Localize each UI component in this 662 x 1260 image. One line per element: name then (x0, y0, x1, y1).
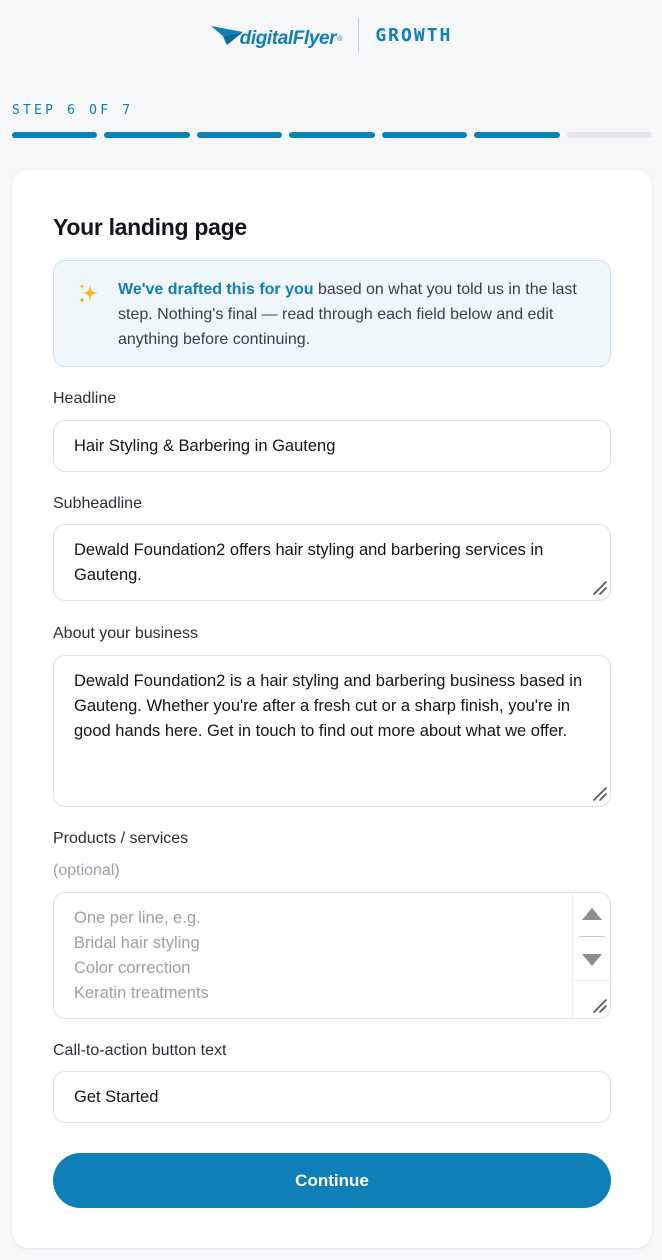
about-label: About your business (53, 625, 198, 642)
continue-button[interactable]: Continue (53, 1153, 611, 1208)
scrollbar-divider (579, 936, 605, 937)
products-placeholder: One per line, e.g. Bridal hair styling C… (74, 909, 209, 1002)
progress-segment-1 (12, 132, 98, 138)
about-textarea[interactable]: Dewald Foundation2 is a hair styling and… (53, 655, 611, 807)
cta-text-input[interactable]: Get Started (53, 1071, 611, 1123)
progress-segment-3 (196, 132, 283, 138)
scroll-down-arrow-icon[interactable] (581, 949, 603, 971)
app-header: digitalFlyer ® GROWTH (0, 0, 662, 70)
cta-label: Call-to-action button text (53, 1042, 227, 1059)
sparkles-icon (78, 283, 98, 303)
progress-segment-4 (289, 132, 375, 138)
notice-highlight: We've drafted this for you (118, 281, 314, 298)
subheadline-label: Subheadline (53, 495, 142, 512)
headline-label: Headline (53, 390, 117, 407)
products-optional-hint: (optional) (53, 862, 120, 879)
logo-wordmark: digitalFlyer (239, 28, 337, 49)
draft-notice: We've drafted this for you based on what… (53, 260, 611, 367)
progress-segment-6 (474, 132, 560, 138)
logo-mark: digitalFlyer ® (210, 23, 343, 49)
landing-page-card: Your landing page We've drafted this for… (12, 170, 652, 1248)
progress-segment-7 (566, 132, 652, 138)
subheadline-textarea[interactable]: Dewald Foundation2 offers hair styling a… (53, 524, 611, 601)
products-label: Products / services (53, 830, 189, 847)
about-value: Dewald Foundation2 is a hair styling and… (74, 672, 583, 740)
step-indicator: STEP 6 OF 7 (12, 103, 134, 118)
paper-plane-icon (210, 26, 243, 45)
resize-handle-icon[interactable] (590, 578, 608, 596)
progress-segment-5 (381, 132, 468, 138)
logo-divider (358, 18, 360, 52)
scroll-up-arrow-icon[interactable] (581, 903, 603, 925)
logo-registered-mark: ® (337, 36, 343, 43)
subheadline-value: Dewald Foundation2 offers hair styling a… (74, 541, 544, 584)
product-name: GROWTH (375, 24, 453, 46)
step-progress-bar (12, 132, 652, 138)
resize-handle-icon[interactable] (590, 784, 608, 802)
headline-input[interactable]: Hair Styling & Barbering in Gauteng (53, 420, 611, 472)
progress-segment-2 (104, 132, 190, 138)
resize-handle-icon[interactable] (590, 996, 608, 1014)
products-textarea[interactable]: One per line, e.g. Bridal hair styling C… (53, 892, 611, 1019)
page-title: Your landing page (53, 214, 247, 240)
brand-logo[interactable]: digitalFlyer ® GROWTH (210, 15, 453, 55)
